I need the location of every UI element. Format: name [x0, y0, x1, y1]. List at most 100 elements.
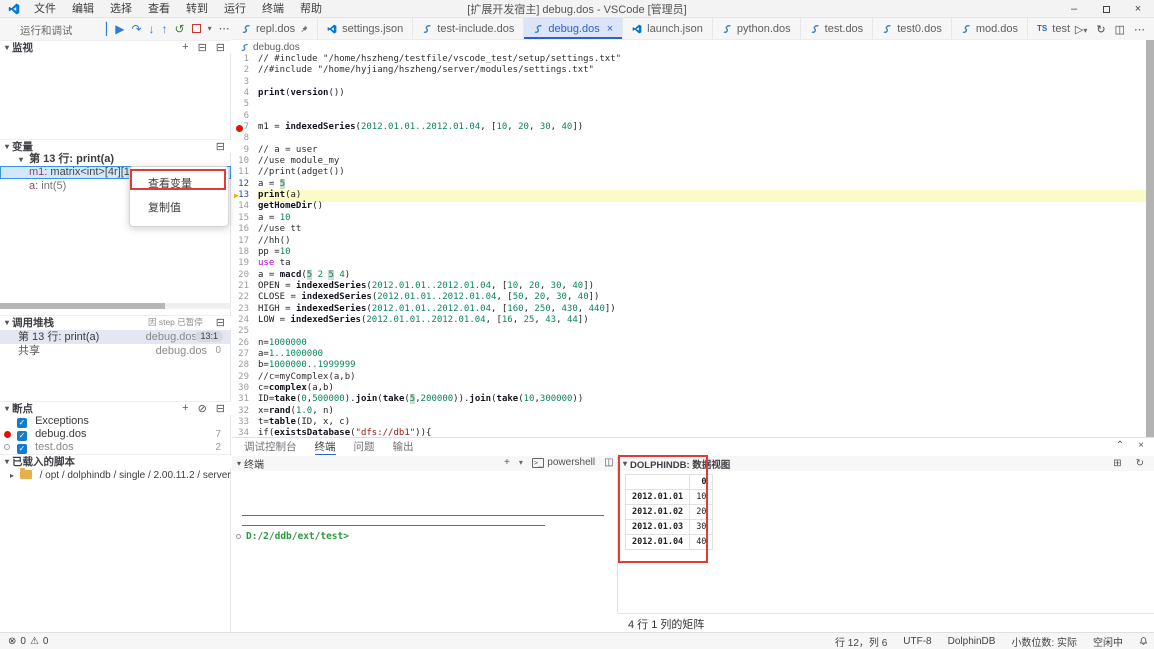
warnings-icon[interactable]: ⚠: [30, 636, 39, 647]
close-window-button[interactable]: ×: [1122, 0, 1154, 18]
minimize-button[interactable]: –: [1058, 0, 1090, 18]
open-in-editor-icon[interactable]: ⊞: [1113, 458, 1121, 469]
menu-item-view-variable[interactable]: 查看变量: [130, 172, 228, 196]
line-number[interactable]: 11: [232, 167, 258, 178]
debug-more-icon[interactable]: ⋯: [219, 18, 231, 40]
watch-section-header[interactable]: ▾ 监视 + ⊟ ⊟: [0, 40, 231, 54]
editor-scrollbar[interactable]: [1146, 40, 1154, 437]
checkbox-checked-icon[interactable]: ✓: [17, 418, 27, 428]
remove-all-breakpoints-icon[interactable]: ⊟: [216, 402, 225, 415]
line-number[interactable]: 31: [232, 394, 258, 405]
call-stack-section-header[interactable]: ▾ 调用堆栈 因 step 已暂停 ⊟: [0, 315, 231, 329]
restart-icon[interactable]: ↺: [175, 18, 185, 40]
menu-goto[interactable]: 转到: [178, 0, 216, 18]
line-number[interactable]: 6: [232, 111, 258, 122]
variables-section-header[interactable]: ▾ 变量 ⊟: [0, 139, 231, 153]
stack-frame-row[interactable]: 共享 debug.dos 0: [0, 344, 231, 358]
line-number[interactable]: 27: [232, 349, 258, 360]
shell-label[interactable]: >_ powershell: [532, 457, 595, 468]
stack-frame-row[interactable]: 第 13 行: print(a) debug.dos 13:1: [0, 330, 231, 344]
tab-test-include.dos[interactable]: test-include.dos: [413, 18, 524, 39]
collapse-callstack-icon[interactable]: ⊟: [216, 316, 225, 329]
line-number[interactable]: 1: [232, 54, 258, 65]
terminal-output[interactable]: D:/2/ddb/ext/test>: [232, 471, 617, 633]
tab-debug-console[interactable]: 调试控制台: [244, 438, 297, 456]
continue-icon[interactable]: ▏▶: [106, 18, 124, 40]
menu-help[interactable]: 帮助: [292, 0, 330, 18]
line-number[interactable]: 9: [232, 145, 258, 156]
line-number[interactable]: 8: [232, 133, 258, 144]
maximize-panel-icon[interactable]: ⌃: [1116, 440, 1124, 451]
server-state[interactable]: 空闲中: [1093, 634, 1123, 649]
cursor-position[interactable]: 行 12，列 6: [835, 634, 887, 649]
menu-view[interactable]: 查看: [140, 0, 178, 18]
add-function-breakpoint-icon[interactable]: +: [182, 402, 188, 415]
menu-terminal[interactable]: 终端: [254, 0, 292, 18]
copy-all-icon[interactable]: ⊟: [216, 140, 225, 153]
dataview-row[interactable]: 2012.01.0220: [626, 505, 713, 520]
step-over-icon[interactable]: ↷: [131, 18, 141, 40]
stop-dropdown-icon[interactable]: ▾: [208, 18, 212, 40]
bell-icon[interactable]: [1139, 636, 1148, 646]
dataview-row[interactable]: 2012.01.0110: [626, 490, 713, 505]
pin-icon[interactable]: [300, 25, 308, 33]
dataview-row[interactable]: 2012.01.0440: [626, 535, 713, 550]
line-number[interactable]: 34: [232, 428, 258, 437]
line-number[interactable]: 10: [232, 156, 258, 167]
line-number[interactable]: 12: [232, 179, 258, 190]
line-number[interactable]: 5: [232, 99, 258, 110]
breakpoint-row-debug-dos[interactable]: ✓ debug.dos 7: [0, 428, 231, 441]
encoding-indicator[interactable]: UTF-8: [903, 636, 931, 647]
line-number[interactable]: 15: [232, 213, 258, 224]
run-file-icon[interactable]: ▷▾: [1075, 23, 1087, 36]
menu-edit[interactable]: 编辑: [64, 0, 102, 18]
add-watch-icon[interactable]: +: [182, 41, 188, 54]
menu-item-copy-value[interactable]: 复制值: [130, 196, 228, 220]
tab-mod.dos[interactable]: mod.dos: [952, 18, 1028, 39]
variables-scope-row[interactable]: ▾ 第 13 行: print(a): [0, 153, 231, 166]
line-number[interactable]: 30: [232, 383, 258, 394]
line-number[interactable]: 4: [232, 88, 258, 99]
dataview-row[interactable]: 2012.01.0330: [626, 520, 713, 535]
line-number[interactable]: 16: [232, 224, 258, 235]
menu-run[interactable]: 运行: [216, 0, 254, 18]
split-editor-icon[interactable]: ◫: [1115, 23, 1125, 36]
tab-debug.dos[interactable]: debug.dos×: [524, 18, 623, 39]
loaded-scripts-section-header[interactable]: ▾ 已载入的脚本: [0, 454, 231, 468]
line-number[interactable]: 3: [232, 77, 258, 88]
close-icon[interactable]: ×: [607, 23, 613, 35]
collapse-watch-icon[interactable]: ⊟: [216, 41, 225, 54]
line-number[interactable]: 20: [232, 270, 258, 281]
tab-test.dos[interactable]: test.dos: [801, 18, 874, 39]
line-number[interactable]: 24: [232, 315, 258, 326]
tab-repl.dos[interactable]: repl.dos: [232, 18, 318, 39]
sync-upload-icon[interactable]: ↻: [1096, 23, 1105, 36]
editor-more-icon[interactable]: ⋯: [1134, 23, 1146, 36]
decimals-setting[interactable]: 小数位数: 实际: [1011, 634, 1077, 649]
tab-problems[interactable]: 问题: [354, 438, 375, 456]
breakpoint-icon[interactable]: [236, 125, 243, 132]
maximize-button[interactable]: [1090, 0, 1122, 18]
toggle-breakpoints-icon[interactable]: ⊘: [198, 402, 207, 415]
tab-settings.json[interactable]: settings.json: [318, 18, 413, 39]
tab-output[interactable]: 输出: [393, 438, 414, 456]
dataview-section-header[interactable]: ▾ DOLPHINDB: 数据视图 ⊞ ↻: [618, 456, 1154, 471]
breakpoints-section-header[interactable]: ▾ 断点 + ⊘ ⊟: [0, 401, 231, 415]
line-number[interactable]: 28: [232, 360, 258, 371]
loaded-script-folder-row[interactable]: ▸ / opt / dolphindb / single / 2.00.11.2…: [0, 469, 231, 482]
tab-python.dos[interactable]: python.dos: [713, 18, 801, 39]
tab-launch.json[interactable]: launch.json: [623, 18, 713, 39]
menu-selection[interactable]: 选择: [102, 0, 140, 18]
tab-test0.dos[interactable]: test0.dos: [873, 18, 952, 39]
line-number[interactable]: 25: [232, 326, 258, 337]
checkbox-checked-icon[interactable]: ✓: [17, 444, 27, 454]
code-area[interactable]: 1// #include "/home/hszheng/testfile/vsc…: [232, 54, 1154, 437]
terminal-section-header[interactable]: ▾ 终端 + ▾ >_ powershell ◫ ⋯: [232, 456, 617, 471]
menu-file[interactable]: 文件: [26, 0, 64, 18]
line-number[interactable]: 2: [232, 65, 258, 76]
errors-icon[interactable]: ⊗: [8, 636, 16, 647]
tab-terminal[interactable]: 终端: [315, 438, 336, 456]
breakpoint-row-test-dos[interactable]: ✓ test.dos 2: [0, 441, 231, 454]
line-number[interactable]: 14: [232, 201, 258, 212]
line-number[interactable]: 21: [232, 281, 258, 292]
